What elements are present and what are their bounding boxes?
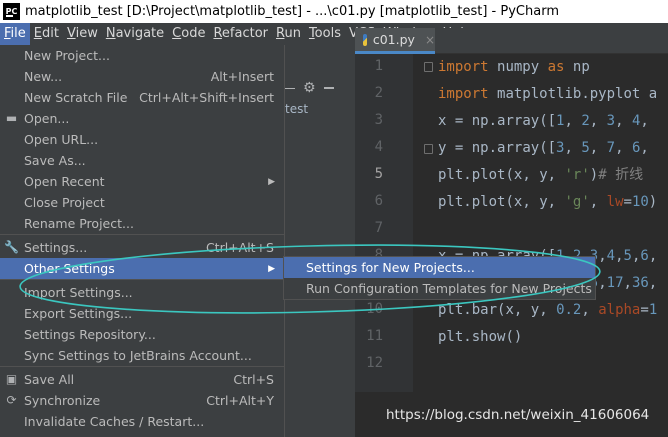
fold-marker-icon[interactable]: [424, 62, 433, 72]
menu-item-shortcut: Ctrl+Alt+Shift+Insert: [139, 90, 274, 105]
menu-edit[interactable]: Edit: [30, 23, 63, 45]
file-menu-item-settings[interactable]: 🔧 Settings... Ctrl+Alt+S: [0, 237, 285, 258]
file-menu-item-sync-settings-to-jetbrains-account[interactable]: Sync Settings to JetBrains Account...: [0, 345, 285, 366]
project-toolbar: ⚙: [285, 75, 355, 101]
menu-file[interactable]: File: [0, 23, 30, 45]
line-number: 5: [374, 166, 383, 182]
file-menu-item-rename-project[interactable]: Rename Project...: [0, 213, 285, 234]
code-line: plt.show(): [438, 329, 523, 345]
line-number: 1: [374, 58, 383, 74]
window-title: matplotlib_test [D:\Project\matplotlib_t…: [25, 4, 559, 19]
file-menu-item-other-settings[interactable]: Other Settings ▶: [0, 258, 285, 279]
menu-item-label: Save All: [24, 372, 75, 387]
menu-item-shortcut: Ctrl+Alt+S: [205, 240, 274, 255]
file-menu-item-export-settings[interactable]: Export Settings...: [0, 303, 285, 324]
file-menu-item-new-project[interactable]: New Project...: [0, 45, 285, 66]
file-menu-item-invalidate-caches-restart[interactable]: Invalidate Caches / Restart...: [0, 411, 285, 432]
menu-tools[interactable]: Tools: [305, 23, 345, 45]
menu-item-label: Export Settings...: [24, 306, 133, 321]
code-line: plt.plot(x, y, 'g', lw=10): [438, 194, 658, 210]
sync-icon: ⟳: [6, 393, 17, 407]
code-line: y = np.array([3, 5, 7, 6,: [438, 140, 649, 156]
menu-item-label: New...: [24, 69, 63, 84]
line-number-gutter: 123456789101112: [355, 54, 413, 392]
menu-item-shortcut: Ctrl+S: [233, 372, 274, 387]
folder-icon: ▬: [5, 111, 18, 125]
file-menu-item-open[interactable]: ▬ Open...: [0, 108, 285, 129]
file-menu-item-save-as[interactable]: Save As...: [0, 150, 285, 171]
fold-marker-icon[interactable]: [424, 144, 433, 154]
line-number: 2: [374, 85, 383, 101]
file-menu-item-import-settings[interactable]: Import Settings...: [0, 282, 285, 303]
tab-c01-py[interactable]: c01.py ×: [355, 28, 435, 54]
file-menu-dropdown: New Project... New... Alt+Insert New Scratc…: [0, 45, 285, 437]
menu-navigate[interactable]: Navigate: [102, 23, 168, 45]
line-number: 3: [374, 112, 383, 128]
menu-item-label: Synchronize: [24, 393, 101, 408]
tab-label: c01.py: [372, 32, 415, 47]
file-menu-item-new-scratch-file[interactable]: New Scratch File Ctrl+Alt+Shift+Insert: [0, 87, 285, 108]
code-line: import numpy as np: [438, 59, 590, 75]
menu-item-label: Close Project: [24, 195, 105, 210]
code-editor[interactable]: import numpy as np import matplotlib.pypl…: [438, 54, 668, 392]
code-line: import matplotlib.pyplot a: [438, 86, 658, 102]
title-bar: PC matplotlib_test [D:\Project\matplotli…: [0, 0, 668, 23]
menu-separator: [0, 234, 285, 235]
submenu-arrow-icon: ▶: [268, 176, 275, 187]
menu-code[interactable]: Code: [168, 23, 209, 45]
file-menu-item-new[interactable]: New... Alt+Insert: [0, 66, 285, 87]
python-file-icon: [363, 33, 367, 46]
menu-item-label: Open...: [24, 111, 70, 126]
submenu-arrow-icon: ▶: [268, 263, 275, 274]
code-line: plt.plot(x, y, 'r')# 折线: [438, 167, 644, 183]
wrench-icon: 🔧: [4, 240, 19, 254]
file-menu-item-close-project[interactable]: Close Project: [0, 192, 285, 213]
menu-item-label: Settings...: [24, 240, 88, 255]
other-settings-submenu: Settings for New Projects... Run Configur…: [283, 256, 596, 300]
watermark: https://blog.csdn.net/weixin_41606064: [386, 407, 650, 423]
file-menu-item-open-recent[interactable]: Open Recent ▶: [0, 171, 285, 192]
menu-item-label: Open URL...: [24, 132, 99, 147]
code-line: plt.bar(x, y, 0.2, alpha=1: [438, 302, 658, 318]
close-icon[interactable]: ×: [425, 33, 435, 47]
menu-item-shortcut: Alt+Insert: [210, 69, 274, 84]
menu-item-label: Sync Settings to JetBrains Account...: [24, 348, 252, 363]
file-menu-item-synchronize[interactable]: ⟳ Synchronize Ctrl+Alt+Y: [0, 390, 285, 411]
line-number: 6: [374, 193, 383, 209]
file-menu-item-open-url[interactable]: Open URL...: [0, 129, 285, 150]
menu-item-label: Rename Project...: [24, 216, 134, 231]
menu-refactor[interactable]: Refactor: [209, 23, 272, 45]
line-number: 7: [374, 220, 383, 236]
save-icon: ▣: [5, 372, 18, 386]
collapse-line-icon[interactable]: [285, 87, 295, 89]
menu-item-label: Other Settings: [24, 261, 115, 276]
menu-item-label: Invalidate Caches / Restart...: [24, 414, 205, 429]
menu-run[interactable]: Run: [272, 23, 305, 45]
line-number: 10: [366, 301, 383, 317]
file-menu-item-save-all[interactable]: ▣ Save All Ctrl+S: [0, 369, 285, 390]
menu-item-label: Save As...: [24, 153, 86, 168]
menu-item-label: New Project...: [24, 48, 110, 63]
gear-icon[interactable]: ⚙: [303, 80, 316, 96]
code-line: x = np.array([1, 2, 3, 4,: [438, 113, 649, 129]
minimize-icon[interactable]: [323, 87, 334, 89]
line-number: 11: [366, 328, 383, 344]
menu-item-label: New Scratch File: [24, 90, 128, 105]
menu-item-label: Settings Repository...: [24, 327, 156, 342]
settings-for-new-projects-item[interactable]: Settings for New Projects...: [284, 257, 595, 278]
run-configuration-templates-item[interactable]: Run Configuration Templates for New Proj…: [284, 278, 595, 299]
menu-item-label: Import Settings...: [24, 285, 133, 300]
editor-tab-bar: c01.py ×: [355, 28, 668, 54]
menu-separator: [0, 366, 285, 367]
project-tree-item[interactable]: test: [285, 102, 308, 116]
file-menu-item-settings-repository[interactable]: Settings Repository...: [0, 324, 285, 345]
pycharm-logo-icon: PC: [3, 3, 20, 20]
menu-view[interactable]: View: [63, 23, 102, 45]
menu-separator: [0, 279, 285, 280]
line-number: 4: [374, 139, 383, 155]
menu-item-shortcut: Ctrl+Alt+Y: [206, 393, 274, 408]
menu-item-label: Open Recent: [24, 174, 105, 189]
line-number: 12: [366, 355, 383, 371]
